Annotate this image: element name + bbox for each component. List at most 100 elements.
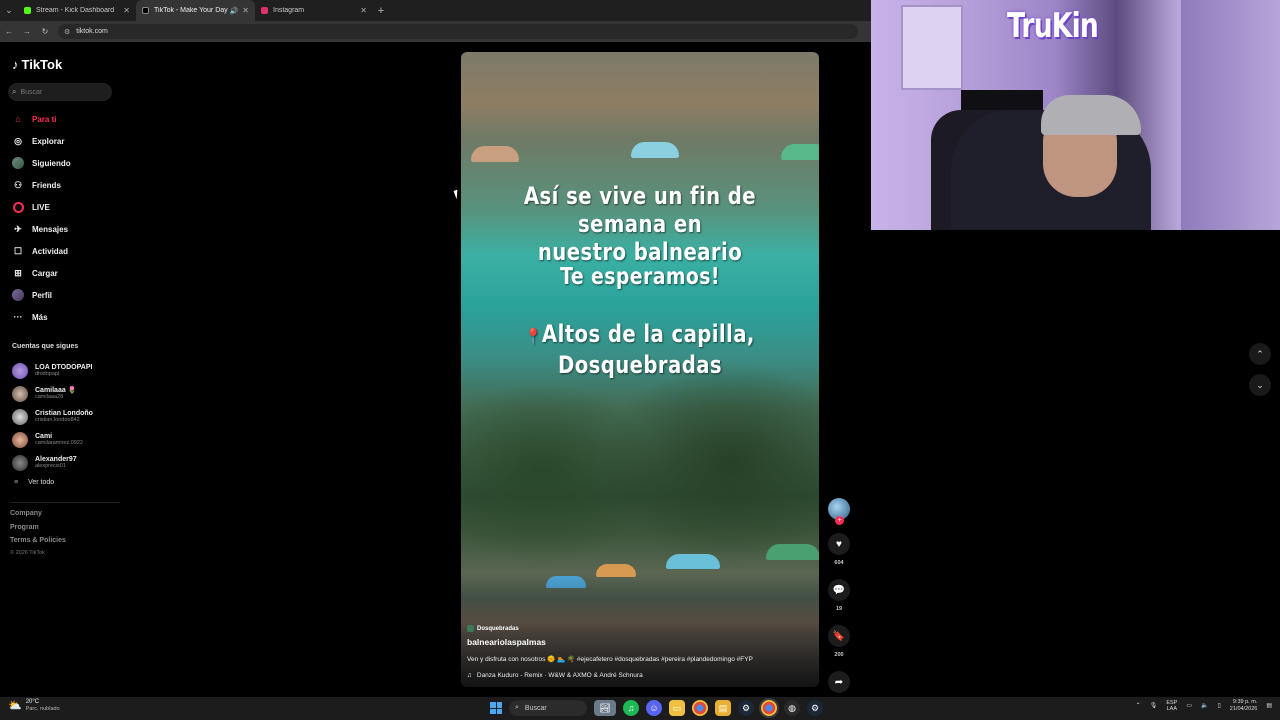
video-player[interactable]: Así se vive un fin de semana en nuestro … bbox=[461, 52, 819, 687]
tab-tiktok[interactable]: TikTok - Make Your Day 🔊 ✕ bbox=[136, 0, 255, 21]
tab-label: Stream - Kick Dashboard bbox=[36, 7, 115, 14]
overlay-line: Altos de la capilla, bbox=[541, 320, 755, 348]
windows-start-icon[interactable] bbox=[490, 702, 502, 714]
like-action[interactable]: ♥ 604 bbox=[826, 533, 852, 566]
nav-item-mas[interactable]: ··· Más bbox=[12, 306, 71, 328]
nav-item-explorar[interactable]: ◎ Explorar bbox=[12, 130, 71, 152]
webcam-overlay: TruKin bbox=[871, 0, 1280, 230]
nav-item-friends[interactable]: ⚇ Friends bbox=[12, 174, 71, 196]
streamer-neon-logo: TruKin bbox=[1007, 6, 1099, 46]
folder-icon[interactable]: ▤ bbox=[715, 700, 731, 716]
nav-item-mensajes[interactable]: ✈ Mensajes bbox=[12, 218, 71, 240]
overlay-line: Dosquebradas bbox=[557, 351, 723, 379]
following-account[interactable]: Cristian Londoño cristian.londoo842 bbox=[12, 405, 93, 428]
microphone-icon[interactable]: 🎙 bbox=[1150, 702, 1158, 709]
notification-icon[interactable]: ▤ bbox=[1266, 702, 1272, 709]
account-handle: cristian.londoo842 bbox=[35, 416, 80, 423]
video-description: Ven y disfruta con nosotros 🌞 🏊 🌴 #ejeca… bbox=[467, 656, 753, 663]
system-tray: ⌃ 🎙 ESP LAA ▭ 🔈 ▯ 9:39 p. m. 21/04/2026 … bbox=[1136, 699, 1272, 712]
nav-label: Explorar bbox=[32, 136, 65, 146]
clock-time: 9:39 p. m. bbox=[1232, 699, 1258, 705]
nav-item-live[interactable]: LIVE bbox=[12, 196, 71, 218]
close-tab-icon[interactable]: ✕ bbox=[360, 6, 367, 15]
see-all-button[interactable]: ≡ Ver todo bbox=[14, 479, 54, 486]
reload-icon[interactable]: ↻ bbox=[36, 27, 54, 36]
tab-instagram[interactable]: Instagram ✕ bbox=[255, 0, 373, 21]
follow-plus-icon[interactable]: + bbox=[835, 516, 844, 525]
site-info-icon[interactable]: ⚙ bbox=[64, 28, 70, 36]
following-account[interactable]: Alexander97 alexprecis01 bbox=[12, 451, 93, 474]
save-action[interactable]: 🔖 200 bbox=[826, 625, 852, 658]
battery-icon[interactable]: ▯ bbox=[1217, 702, 1220, 709]
location-tag[interactable]: Dosquebradas bbox=[467, 625, 519, 632]
volume-icon[interactable]: 🔈 bbox=[1201, 702, 1208, 709]
taskbar-search[interactable]: ⌕ Buscar bbox=[509, 700, 587, 716]
footer-link-program[interactable]: Program bbox=[10, 524, 66, 538]
discord-icon[interactable]: ☺ bbox=[646, 700, 662, 716]
widgets-icon[interactable]: 🏞 bbox=[594, 700, 616, 716]
forward-icon[interactable]: → bbox=[18, 27, 36, 36]
profile-icon bbox=[12, 289, 24, 301]
tray-chevron-icon[interactable]: ⌃ bbox=[1136, 702, 1141, 709]
avatar bbox=[12, 362, 28, 379]
messages-icon: ✈ bbox=[14, 223, 22, 234]
chrome-active-icon[interactable] bbox=[761, 700, 777, 716]
tab-kick[interactable]: Stream - Kick Dashboard ✕ bbox=[18, 0, 136, 21]
sidebar-nav: ⌂ Para ti ◎ Explorar Siguiendo ⚇ Friends… bbox=[12, 108, 71, 328]
tiktok-logo[interactable]: ♪ TikTok bbox=[12, 57, 62, 72]
nav-item-siguiendo[interactable]: Siguiendo bbox=[12, 152, 71, 174]
umbrella-shape bbox=[666, 554, 720, 569]
url-input[interactable]: ⚙ tiktok.com bbox=[58, 24, 858, 39]
weather-widget[interactable]: ⛅ 20°C Parc. nublado bbox=[8, 699, 60, 712]
instagram-favicon-icon bbox=[261, 7, 268, 14]
file-explorer-icon[interactable]: ▭ bbox=[669, 700, 685, 716]
following-account[interactable]: Cami camilaramirez.0922 bbox=[12, 428, 93, 451]
steam-icon[interactable]: ⚙ bbox=[738, 700, 754, 716]
avatar bbox=[12, 385, 28, 402]
network-icon[interactable]: ▭ bbox=[1186, 702, 1192, 709]
language-indicator[interactable]: ESP LAA bbox=[1166, 700, 1177, 712]
see-all-label: Ver todo bbox=[28, 479, 55, 486]
avatar bbox=[12, 408, 28, 425]
back-icon[interactable]: ← bbox=[0, 27, 18, 36]
search-input[interactable]: ⌕ Buscar bbox=[8, 83, 112, 101]
close-tab-icon[interactable]: ✕ bbox=[123, 6, 130, 15]
video-author[interactable]: balneariolaspalmas bbox=[467, 637, 807, 647]
following-section-title: Cuentas que sigues bbox=[12, 343, 79, 350]
nav-item-actividad[interactable]: ☐ Actividad bbox=[12, 240, 71, 262]
video-music[interactable]: ♫ Danza Kuduro - Remix · W&W & AXMO & An… bbox=[467, 672, 807, 679]
comment-action[interactable]: 💬 19 bbox=[826, 579, 852, 612]
previous-video-button[interactable]: ⌃ bbox=[1249, 343, 1271, 365]
umbrella-shape bbox=[766, 544, 819, 560]
search-icon: ⌕ bbox=[12, 87, 17, 96]
footer-link-company[interactable]: Company bbox=[10, 510, 66, 524]
app-icon[interactable]: ◍ bbox=[784, 700, 800, 716]
steam-icon-2[interactable]: ⚙ bbox=[807, 700, 823, 716]
umbrella-shape bbox=[781, 144, 819, 160]
comment-icon[interactable]: 💬 bbox=[828, 579, 850, 601]
speaker-icon[interactable]: 🔊 bbox=[230, 7, 239, 15]
footer-link-terms[interactable]: Terms & Policies bbox=[10, 537, 66, 551]
next-video-button[interactable]: ⌄ bbox=[1249, 374, 1271, 396]
new-tab-button[interactable]: + bbox=[373, 5, 389, 17]
keyboard-layout: LAA bbox=[1166, 705, 1178, 712]
spotify-icon[interactable]: ♫ bbox=[623, 700, 639, 716]
following-account[interactable]: Camilaaa 🌷 camilaaa28 bbox=[12, 382, 93, 405]
nav-item-cargar[interactable]: ⊞ Cargar bbox=[12, 262, 71, 284]
close-tab-icon[interactable]: ✕ bbox=[242, 6, 249, 15]
author-avatar[interactable]: + bbox=[828, 498, 850, 525]
account-handle: camilaramirez.0922 bbox=[35, 439, 83, 446]
following-account[interactable]: LOA DTODOPAPI dtodopapi bbox=[12, 359, 93, 382]
share-icon[interactable]: ➦ bbox=[828, 671, 850, 693]
heart-icon[interactable]: ♥ bbox=[828, 533, 850, 555]
account-handle: camilaaa28 bbox=[35, 393, 64, 400]
tab-label: TikTok - Make Your Day bbox=[154, 7, 228, 14]
nav-item-perfil[interactable]: Perfil bbox=[12, 284, 71, 306]
tab-search-icon[interactable]: ⌄ bbox=[0, 0, 18, 21]
account-handle: dtodopapi bbox=[35, 370, 60, 377]
bookmark-icon[interactable]: 🔖 bbox=[828, 625, 850, 647]
clock[interactable]: 9:39 p. m. 21/04/2026 bbox=[1230, 699, 1258, 712]
nav-item-para-ti[interactable]: ⌂ Para ti bbox=[12, 108, 71, 130]
chrome-icon[interactable] bbox=[692, 700, 708, 716]
search-placeholder: Buscar bbox=[20, 88, 43, 96]
